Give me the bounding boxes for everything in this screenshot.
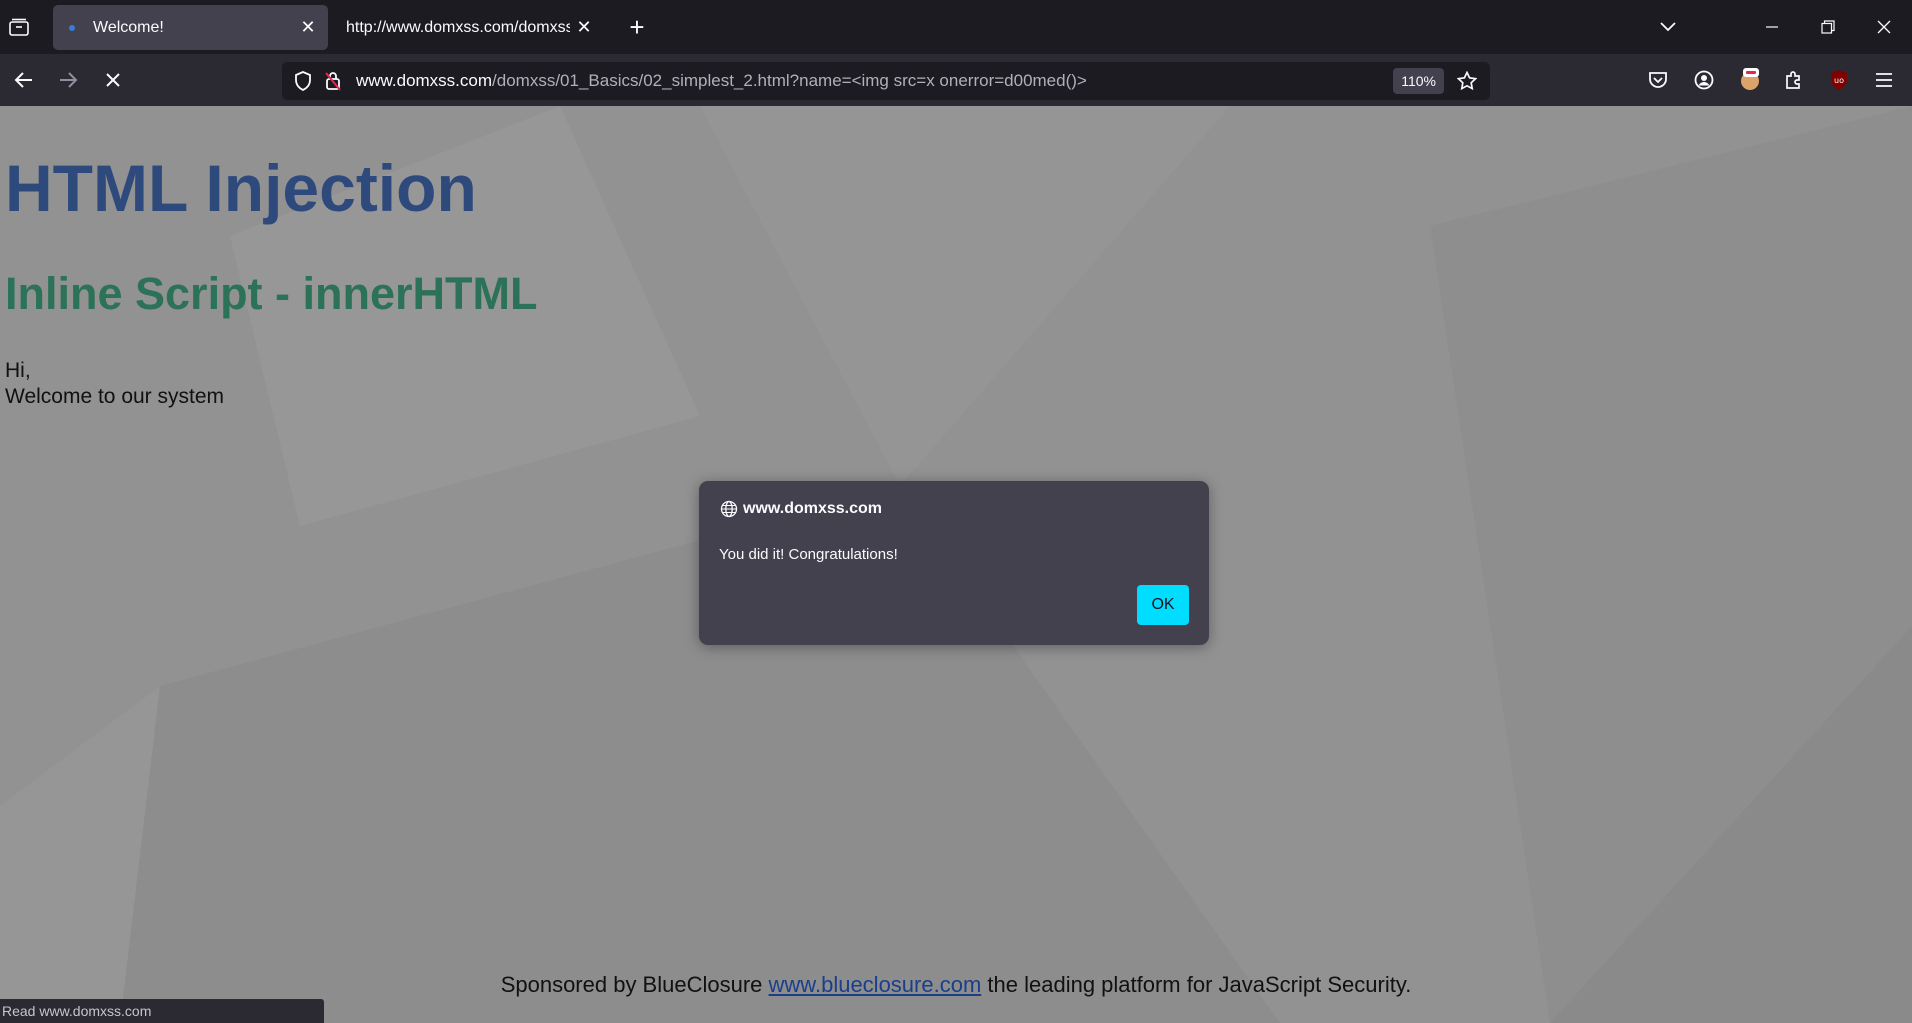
insecure-lock-icon[interactable] bbox=[318, 66, 348, 96]
back-icon[interactable] bbox=[8, 64, 40, 96]
url-domain: www.domxss.com bbox=[356, 71, 493, 90]
tab-label: http://www.domxss.com/domxss/01_Basics/0… bbox=[346, 18, 570, 36]
globe-icon bbox=[719, 499, 739, 519]
new-tab-button[interactable]: + bbox=[622, 12, 652, 42]
status-bar: Read www.domxss.com bbox=[0, 999, 324, 1023]
close-window-icon[interactable] bbox=[1867, 10, 1901, 44]
shield-icon[interactable] bbox=[288, 66, 318, 96]
svg-text:uo: uo bbox=[1834, 76, 1844, 85]
page-heading: HTML Injection bbox=[5, 151, 477, 225]
url-bar[interactable]: www.domxss.com/domxss/01_Basics/02_simpl… bbox=[282, 62, 1490, 100]
bookmark-star-icon[interactable] bbox=[1452, 66, 1482, 96]
tab-favicon bbox=[69, 24, 75, 31]
url-path: /domxss/01_Basics/02_simplest_2.html?nam… bbox=[492, 71, 1087, 90]
navigation-toolbar: www.domxss.com/domxss/01_Basics/02_simpl… bbox=[0, 54, 1912, 106]
restore-icon[interactable] bbox=[1811, 10, 1845, 44]
url-text[interactable]: www.domxss.com/domxss/01_Basics/02_simpl… bbox=[356, 71, 1393, 91]
list-all-tabs-icon[interactable] bbox=[1651, 10, 1685, 44]
tab-welcome[interactable]: Welcome! ✕ bbox=[53, 5, 328, 50]
extensions-puzzle-icon[interactable] bbox=[1778, 64, 1810, 96]
dialog-message: You did it! Congratulations! bbox=[719, 546, 898, 563]
tab-domxss[interactable]: http://www.domxss.com/domxss/01_Basics/0… bbox=[336, 5, 604, 50]
alert-dialog: www.domxss.com You did it! Congratulatio… bbox=[699, 481, 1209, 645]
page-subheading: Inline Script - innerHTML bbox=[5, 268, 538, 319]
stop-icon[interactable] bbox=[97, 64, 129, 96]
blueclosure-link[interactable]: www.blueclosure.com bbox=[769, 972, 982, 997]
footer-suffix: the leading platform for JavaScript Secu… bbox=[987, 972, 1412, 997]
dialog-origin-text: www.domxss.com bbox=[743, 500, 882, 517]
menu-icon[interactable] bbox=[1868, 64, 1900, 96]
account-icon[interactable] bbox=[1688, 64, 1720, 96]
tab-close-icon[interactable]: ✕ bbox=[294, 14, 322, 42]
pocket-icon[interactable] bbox=[1642, 64, 1674, 96]
ublock-icon[interactable]: uo bbox=[1823, 64, 1855, 96]
tab-strip: Welcome! ✕ http://www.domxss.com/domxss/… bbox=[0, 0, 1912, 54]
forward-icon[interactable] bbox=[52, 64, 84, 96]
zoom-indicator[interactable]: 110% bbox=[1393, 68, 1444, 94]
tab-close-icon[interactable]: ✕ bbox=[570, 14, 598, 42]
tab-list-icon[interactable] bbox=[6, 14, 32, 40]
extension-avatar-icon[interactable] bbox=[1734, 64, 1766, 96]
dialog-origin: www.domxss.com bbox=[719, 499, 882, 519]
minimize-icon[interactable] bbox=[1755, 10, 1789, 44]
ok-button[interactable]: OK bbox=[1137, 585, 1189, 625]
footer-prefix: Sponsored by BlueClosure bbox=[500, 972, 763, 997]
greeting-line-hi: Hi, bbox=[5, 359, 31, 382]
tab-label: Welcome! bbox=[93, 18, 164, 36]
greeting-line-welcome: Welcome to our system bbox=[5, 385, 225, 408]
greeting-text: Hi, Welcome to our system bbox=[5, 358, 224, 410]
sponsor-footer: Sponsored by BlueClosure www.blueclosure… bbox=[0, 972, 1912, 998]
